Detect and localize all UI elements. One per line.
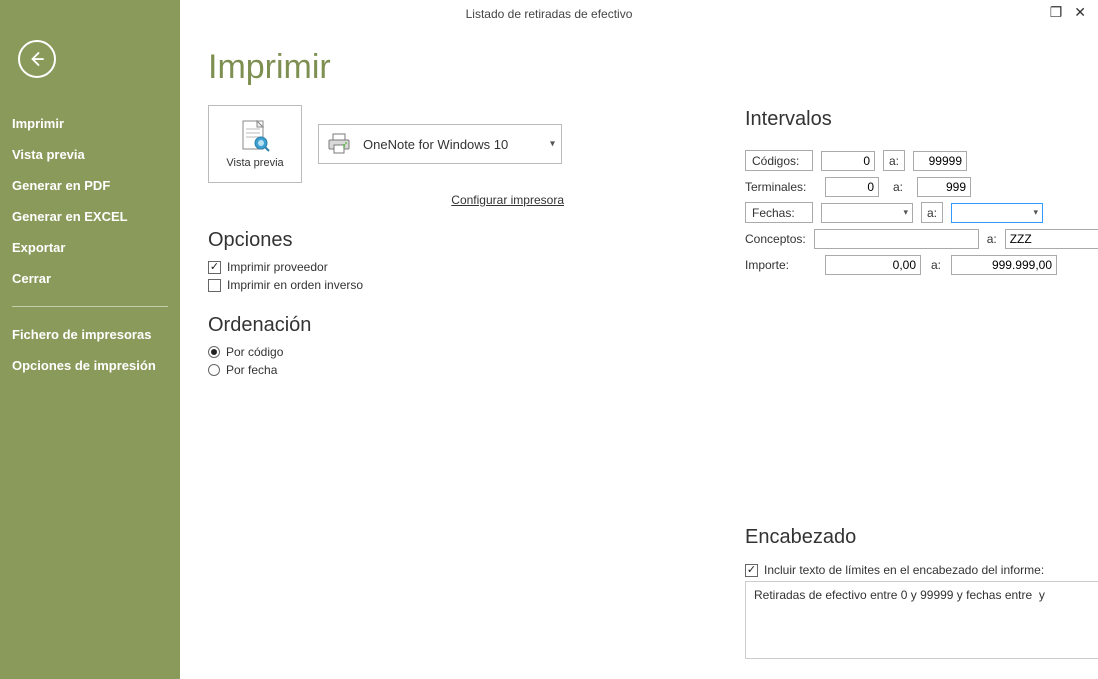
page-title: Imprimir xyxy=(208,48,1070,87)
sidebar-separator xyxy=(12,306,168,307)
radio-label: Por código xyxy=(226,345,283,359)
printer-dropdown[interactable]: OneNote for Windows 10 ▾ xyxy=(318,124,562,164)
concepts-from-input[interactable] xyxy=(814,229,979,249)
terminals-from-input[interactable] xyxy=(825,177,879,197)
configure-printer-link[interactable]: Configurar impresora xyxy=(208,193,564,207)
arrow-left-icon xyxy=(28,50,46,68)
a-text: a: xyxy=(889,154,899,168)
sidebar-item-label: Generar en EXCEL xyxy=(12,209,128,224)
row-amount: Importe: a: xyxy=(745,253,1078,276)
printer-icon xyxy=(327,133,353,155)
sidebar-item-generar-excel[interactable]: Generar en EXCEL xyxy=(0,201,180,232)
report-header-textarea[interactable] xyxy=(745,581,1098,659)
a-button-codes[interactable]: a: xyxy=(883,150,905,171)
row-terminals: Terminales: a: xyxy=(745,175,1078,198)
header-heading: Encabezado xyxy=(745,526,1078,549)
window-title: Listado de retiradas de efectivo xyxy=(466,7,633,21)
codes-from-input[interactable] xyxy=(821,151,875,171)
sidebar-item-label: Imprimir xyxy=(12,116,64,131)
codes-label-button[interactable]: Códigos: xyxy=(745,150,813,171)
preview-button[interactable]: Vista previa xyxy=(208,105,302,183)
sidebar-item-vista-previa[interactable]: Vista previa xyxy=(0,139,180,170)
checkbox-label: Incluir texto de límites en el encabezad… xyxy=(764,563,1044,577)
radio-label: Por fecha xyxy=(226,363,277,377)
date-to-dropdown[interactable]: ▾ xyxy=(951,203,1043,223)
sidebar-item-label: Cerrar xyxy=(12,271,51,286)
radio-by-date[interactable]: Por fecha xyxy=(208,363,568,377)
row-concepts: Conceptos: a: xyxy=(745,227,1078,250)
dates-label-button[interactable]: Fechas: xyxy=(745,202,813,223)
amount-label: Importe: xyxy=(745,258,817,272)
radio-icon xyxy=(208,364,220,376)
sidebar-item-opciones-impresion[interactable]: Opciones de impresión xyxy=(0,350,180,381)
a-button-dates[interactable]: a: xyxy=(921,202,943,223)
header-section: Encabezado Incluir texto de límites en e… xyxy=(745,526,1078,662)
main-content: Imprimir Vista previa xyxy=(180,28,1098,679)
close-icon[interactable]: ✕ xyxy=(1074,4,1086,21)
label-text: Fechas: xyxy=(752,206,795,220)
radio-by-code[interactable]: Por código xyxy=(208,345,568,359)
sidebar-item-label: Fichero de impresoras xyxy=(12,327,151,342)
checkbox-icon xyxy=(208,279,221,292)
terminals-to-input[interactable] xyxy=(917,177,971,197)
sidebar-item-cerrar[interactable]: Cerrar xyxy=(0,263,180,294)
right-column: Intervalos Códigos: a: Terminales: a: Fe… xyxy=(745,108,1078,662)
a-label: a: xyxy=(887,180,909,194)
sidebar-item-generar-pdf[interactable]: Generar en PDF xyxy=(0,170,180,201)
a-text: a: xyxy=(927,206,937,220)
row-codes: Códigos: a: xyxy=(745,149,1078,172)
checkbox-label: Imprimir en orden inverso xyxy=(227,278,363,292)
window-controls: ❐ ✕ xyxy=(1050,0,1098,21)
concepts-label: Conceptos: xyxy=(745,232,806,246)
sidebar-item-label: Opciones de impresión xyxy=(12,358,156,373)
sidebar-item-exportar[interactable]: Exportar xyxy=(0,232,180,263)
checkbox-print-reverse[interactable]: Imprimir en orden inverso xyxy=(208,278,568,292)
sidebar: Imprimir Vista previa Generar en PDF Gen… xyxy=(0,0,180,679)
row-dates: Fechas: ▾ a: ▾ xyxy=(745,201,1078,224)
amount-from-input[interactable] xyxy=(825,255,921,275)
checkbox-print-provider[interactable]: Imprimir proveedor xyxy=(208,260,568,274)
sidebar-item-label: Exportar xyxy=(12,240,65,255)
a-label: a: xyxy=(987,232,997,246)
date-from-dropdown[interactable]: ▾ xyxy=(821,203,913,223)
printer-selected-label: OneNote for Windows 10 xyxy=(363,137,508,152)
a-label: a: xyxy=(929,258,943,272)
checkbox-icon xyxy=(208,261,221,274)
preview-label: Vista previa xyxy=(226,157,283,169)
label-text: Códigos: xyxy=(752,154,799,168)
options-heading: Opciones xyxy=(208,229,568,252)
left-column: Vista previa OneNote for Windows 10 ▾ Co… xyxy=(208,105,568,377)
terminals-label: Terminales: xyxy=(745,180,817,194)
sidebar-item-imprimir[interactable]: Imprimir xyxy=(0,108,180,139)
sidebar-item-label: Vista previa xyxy=(12,147,85,162)
radio-icon xyxy=(208,346,220,358)
checkbox-icon xyxy=(745,564,758,577)
checkbox-label: Imprimir proveedor xyxy=(227,260,328,274)
printer-block: OneNote for Windows 10 ▾ xyxy=(318,105,562,164)
intervals-heading: Intervalos xyxy=(745,108,1078,131)
print-top-row: Vista previa OneNote for Windows 10 ▾ xyxy=(208,105,568,183)
amount-to-input[interactable] xyxy=(951,255,1057,275)
checkbox-include-limits[interactable]: Incluir texto de límites en el encabezad… xyxy=(745,563,1078,577)
back-button[interactable] xyxy=(18,40,56,78)
sidebar-item-fichero-impresoras[interactable]: Fichero de impresoras xyxy=(0,319,180,350)
ordering-heading: Ordenación xyxy=(208,314,568,337)
sidebar-item-label: Generar en PDF xyxy=(12,178,110,193)
chevron-down-icon: ▾ xyxy=(550,139,555,150)
document-preview-icon xyxy=(240,119,270,153)
concepts-to-input[interactable] xyxy=(1005,229,1098,249)
chevron-down-icon: ▾ xyxy=(1033,207,1038,218)
codes-to-input[interactable] xyxy=(913,151,967,171)
chevron-down-icon: ▾ xyxy=(903,207,908,218)
maximize-icon[interactable]: ❐ xyxy=(1050,4,1063,21)
